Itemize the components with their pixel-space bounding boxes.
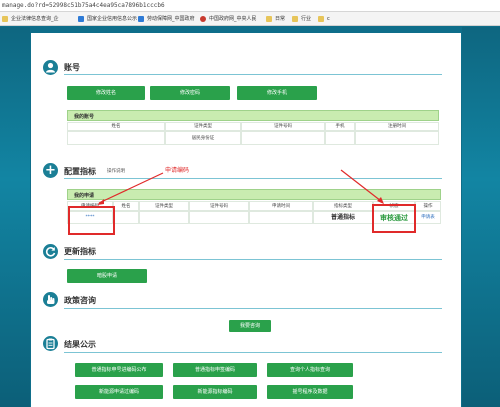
result-button-6[interactable]: 摇号程序及数据 <box>267 385 353 399</box>
section-divider <box>64 352 442 353</box>
result-button-3[interactable]: 查询个人指标查询 <box>267 363 353 377</box>
bookmark-item[interactable]: 劳动保障网_中国政府 <box>138 15 195 23</box>
page-background-right <box>462 27 500 407</box>
update-title: 更新指标 <box>64 247 96 256</box>
refresh-icon <box>43 244 58 259</box>
address-bar[interactable]: manage.do?rd=52998c51b75a4c4ea95ca7896b1… <box>0 0 500 12</box>
bookmark-item[interactable]: 日常 <box>266 15 285 23</box>
folder-icon <box>2 16 8 22</box>
folder-icon <box>266 16 272 22</box>
content-panel: 账号 修改姓名 修改密码 修改手机 我的账号 姓名 证件类型 证件号码 手机 注… <box>31 33 461 407</box>
update-apply-button[interactable]: 暗股申请 <box>67 269 147 283</box>
result-button-5[interactable]: 新能源指标编码 <box>173 385 257 399</box>
consult-button[interactable]: 我要咨询 <box>229 320 271 332</box>
clipboard-icon <box>43 336 58 351</box>
baidu-watermark: Bai 经验 <box>382 370 444 388</box>
result-button-1[interactable]: 普通指标申号进编码公布 <box>75 363 163 377</box>
policy-title: 政策咨询 <box>64 296 96 305</box>
bookmark-item[interactable]: 企业法律信息查询_企 <box>2 15 59 23</box>
url-text: manage.do?rd=52998c51b75a4c4ea95ca7896b1… <box>2 2 165 9</box>
section-divider <box>64 259 442 260</box>
bookmark-item[interactable]: 行业 <box>292 15 311 23</box>
page-icon <box>78 16 84 22</box>
results-title: 结果公示 <box>64 340 96 349</box>
result-button-4[interactable]: 新能源申请过编码 <box>75 385 163 399</box>
folder-icon <box>292 16 298 22</box>
bookmark-item[interactable]: c <box>318 15 330 23</box>
annotation-arrows <box>97 169 384 205</box>
section-divider <box>64 308 442 309</box>
bookmark-item[interactable]: 国家企业信用信息公示 <box>78 15 137 23</box>
page-background-left <box>0 27 30 407</box>
watermark-url: jingyan.baidu.com <box>402 389 449 395</box>
folder-icon <box>318 16 324 22</box>
bookmark-item[interactable]: 中国政府网_中央人民 <box>200 15 257 23</box>
bookmarks-bar: 企业法律信息查询_企 国家企业信用信息公示 劳动保障网_中国政府 中国政府网_中… <box>0 12 500 26</box>
hand-icon <box>43 292 58 307</box>
emblem-icon <box>200 16 206 22</box>
page-icon <box>138 16 144 22</box>
result-button-2[interactable]: 普通指标申签编码 <box>173 363 257 377</box>
